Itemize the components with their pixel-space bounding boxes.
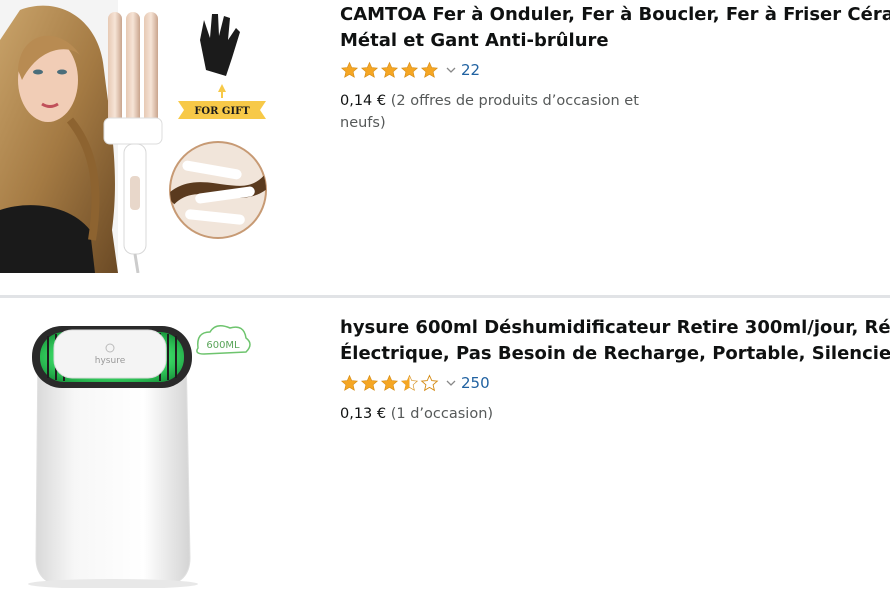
result-info: CAMTOA Fer à Onduler, Fer à Boucler, Fer…: [340, 2, 890, 134]
star-full-icon: [340, 61, 359, 78]
search-results-list: FOR GIFT CAMTOA Fer à Onduler, Fer à Bou…: [0, 0, 890, 595]
rating-count-link[interactable]: 22: [461, 61, 480, 79]
product-image-curling-iron[interactable]: FOR GIFT: [0, 0, 270, 273]
star-rating[interactable]: [340, 61, 440, 79]
product-title-line-1[interactable]: hysure 600ml Déshumidificateur Retire 30…: [340, 315, 890, 341]
rating-row[interactable]: 22: [340, 59, 890, 81]
star-full-icon: [380, 374, 399, 391]
star-half-icon: [400, 374, 419, 391]
product-title-line-1[interactable]: CAMTOA Fer à Onduler, Fer à Boucler, Fer…: [340, 2, 890, 28]
offer-details: (1 d’occasion): [390, 406, 494, 422]
star-full-icon: [380, 61, 399, 78]
image-badge-text: FOR GIFT: [194, 106, 250, 117]
star-full-icon: [420, 61, 439, 78]
star-empty-icon: [420, 374, 439, 392]
price: 0,14 €: [340, 93, 387, 109]
product-title-line-2[interactable]: Électrique, Pas Besoin de Recharge, Port…: [340, 341, 890, 367]
star-full-icon: [360, 374, 379, 391]
result-info: hysure 600ml Déshumidificateur Retire 30…: [340, 315, 890, 425]
star-full-icon: [360, 61, 379, 78]
star-rating[interactable]: [340, 374, 440, 392]
product-title-link[interactable]: hysure 600ml Déshumidificateur Retire 30…: [340, 315, 890, 367]
rating-count-link[interactable]: 250: [461, 374, 490, 392]
offer-info[interactable]: 0,13 € (1 d’occasion): [340, 403, 660, 425]
rating-row[interactable]: 250: [340, 372, 890, 394]
image-capacity-badge: 600ML: [206, 340, 240, 351]
star-full-icon: [340, 374, 359, 391]
chevron-down-icon[interactable]: [446, 66, 456, 74]
product-title-line-2[interactable]: Métal et Gant Anti-brûlure: [340, 28, 890, 54]
star-full-icon: [400, 61, 419, 78]
product-image-dehumidifier[interactable]: hysure 600ML: [8, 308, 258, 588]
product-title-link[interactable]: CAMTOA Fer à Onduler, Fer à Boucler, Fer…: [340, 2, 890, 54]
chevron-down-icon[interactable]: [446, 379, 456, 387]
image-brand-text: hysure: [95, 356, 126, 366]
result-item-dehumidifier[interactable]: hysure 600ML hysure 600ml Déshumidificat…: [0, 298, 890, 595]
price: 0,13 €: [340, 406, 387, 422]
result-item-curling-iron[interactable]: FOR GIFT CAMTOA Fer à Onduler, Fer à Bou…: [0, 0, 890, 295]
offer-info[interactable]: 0,14 € (2 offres de produits d’occasion …: [340, 90, 660, 134]
